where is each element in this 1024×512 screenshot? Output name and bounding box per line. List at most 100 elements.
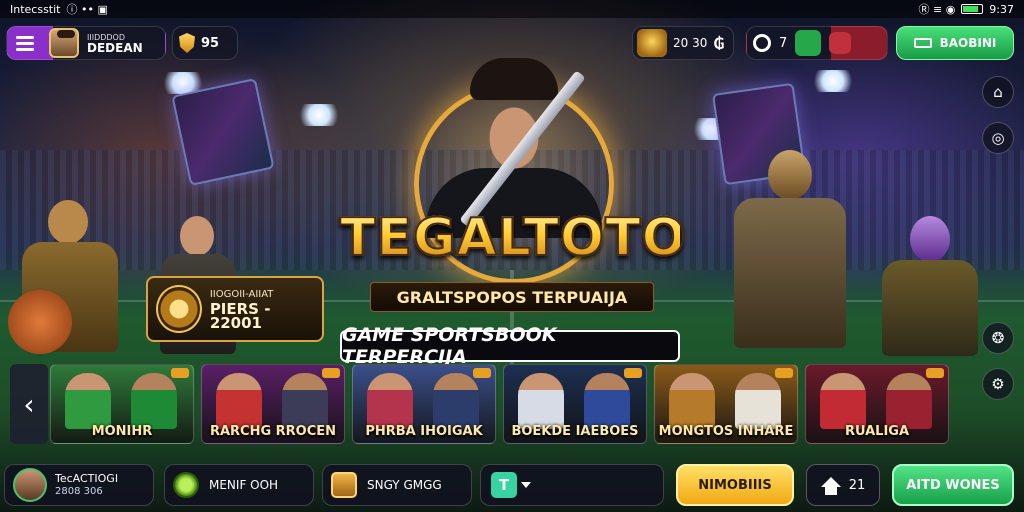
carousel-prev-button[interactable]: ‹	[10, 364, 48, 444]
profile-name: DEDEAN	[87, 41, 143, 55]
player-figure	[65, 373, 111, 429]
status-icons-left: ⓘ •• ▣	[66, 3, 108, 16]
location-pin-icon: ◎	[991, 129, 1005, 147]
player-figure	[367, 373, 413, 429]
profile-pill[interactable]: IIIDDDOD DEDEAN	[6, 26, 166, 60]
user-balance: 2808 306	[55, 486, 103, 497]
trophy-value: 20 30	[673, 36, 708, 50]
game-card[interactable]: RARCHG RROCEN	[201, 364, 345, 444]
game-card-label: RUALIGA	[844, 424, 910, 439]
promo-line-2: PIERS - 22001	[209, 300, 271, 332]
trophy-icon	[637, 29, 667, 57]
status-icons-right: Ⓡ ≡ ◉	[918, 3, 956, 16]
hot-tag-icon	[322, 368, 340, 378]
home-button[interactable]: 21	[806, 464, 880, 506]
menu-icon[interactable]	[7, 35, 43, 51]
shield-icon	[179, 33, 195, 53]
player-figure	[131, 373, 177, 429]
green-action-label: AITD WONES	[906, 477, 1000, 493]
player-figure	[216, 373, 262, 429]
promo-text: IIOGOII-AIIAT PIERS - 22001	[209, 288, 322, 332]
player-figure	[518, 373, 564, 429]
hot-tag-icon	[624, 368, 642, 378]
chest-icon	[331, 472, 357, 498]
yellow-action-button[interactable]: NIMOBIIIS	[676, 464, 794, 506]
player-figure	[282, 373, 328, 429]
cashier-button[interactable]: BAOBINI	[896, 26, 1014, 60]
player-figure	[886, 373, 932, 429]
clock-time: 9:37	[989, 2, 1014, 16]
home-value: 21	[848, 477, 866, 493]
floodlight	[296, 104, 342, 126]
user-profile-pill[interactable]: TecACTIOGI 2808 306	[4, 464, 154, 506]
user-name: TecACTIOGI	[55, 472, 119, 485]
shield-currency[interactable]: 95	[172, 26, 238, 60]
floodlight	[810, 70, 856, 92]
player-figure	[669, 373, 715, 429]
game-card-label: BOEKDE IAEBOES	[511, 424, 639, 439]
carrier-label: Intecsstit	[10, 2, 61, 16]
home-icon: ⌂	[993, 83, 1003, 101]
warrior-character-left	[8, 180, 128, 370]
game-card[interactable]: MONGTOS INHARE	[654, 364, 798, 444]
battery-icon	[961, 4, 984, 14]
player-figure	[584, 373, 630, 429]
promo-card[interactable]: IIOGOII-AIIAT PIERS - 22001	[146, 276, 324, 342]
games-carousel: ‹ MONIHR RARCHG RROCEN PHRBA IHOIGAK BOEKDE…	[10, 364, 982, 444]
settings-side-button[interactable]: ⚙	[982, 368, 1014, 400]
currency-symbol-icon: ₲	[713, 33, 725, 53]
chat-icon[interactable]	[753, 34, 771, 52]
yellow-action-label: NIMOBIIIS	[698, 477, 772, 493]
promo-badge-icon	[156, 285, 202, 333]
wallet-icon	[913, 38, 932, 48]
chevron-left-icon: ‹	[23, 387, 35, 421]
armored-knight-character	[720, 150, 860, 360]
game-card-label: PHRBA IHOIGAK	[365, 424, 483, 439]
coin-icon	[173, 472, 199, 498]
shield-value: 95	[201, 35, 220, 51]
t-app-icon: T	[491, 472, 517, 498]
player-figure	[735, 373, 781, 429]
gift-icon[interactable]	[795, 30, 822, 56]
player-avatar[interactable]	[49, 28, 79, 58]
mode-two-button[interactable]: SNGY GMGG	[322, 464, 472, 506]
cashier-label: BAOBINI	[939, 36, 997, 50]
hero-hair	[470, 58, 558, 100]
game-logo-subtitle: GRALTSPOPOS TERPUAIJA	[370, 282, 654, 312]
mode-two-label: SNGY GMGG	[367, 478, 442, 492]
gear-icon: ⚙	[991, 375, 1005, 393]
game-card[interactable]: RUALIGA	[805, 364, 949, 444]
game-card[interactable]: BOEKDE IAEBOES	[503, 364, 647, 444]
game-card-label: MONIHR	[91, 424, 153, 439]
game-card[interactable]: PHRBA IHOIGAK	[352, 364, 496, 444]
messages-rewards-pill[interactable]: 7	[746, 26, 888, 60]
profile-info: IIIDDDOD DEDEAN	[87, 32, 143, 54]
green-action-button[interactable]: AITD WONES	[892, 464, 1014, 506]
home-side-button[interactable]: ⌂	[982, 76, 1014, 108]
player-figure	[820, 373, 866, 429]
t-app-button[interactable]: T	[480, 464, 664, 506]
sportsbook-banner[interactable]: GAME SPORTSBOOK TERPERCIJA	[340, 324, 680, 368]
hot-tag-icon	[473, 368, 491, 378]
player-figure	[433, 373, 479, 429]
game-logo-title: TEGALTOTO	[339, 207, 687, 269]
avatar[interactable]	[13, 468, 47, 502]
game-card-label: RARCHG RROCEN	[209, 424, 337, 439]
hot-tag-icon	[171, 368, 189, 378]
caret-down-icon	[521, 482, 531, 488]
messages-count: 7	[779, 35, 788, 51]
mode-one-button[interactable]: MENIF OOH	[164, 464, 314, 506]
mode-one-label: MENIF OOH	[209, 478, 279, 492]
game-card-label: MONGTOS INHARE	[658, 424, 794, 439]
trophy-counter[interactable]: 20 30 ₲	[632, 26, 734, 60]
cube-side-button[interactable]: ❂	[982, 322, 1014, 354]
hot-tag-icon	[926, 368, 944, 378]
home-icon	[820, 477, 841, 495]
hot-tag-icon	[775, 368, 793, 378]
purple-warrior-character	[870, 210, 990, 360]
user-text: TecACTIOGI 2808 306	[55, 472, 118, 498]
reward-icon[interactable]	[829, 32, 852, 54]
location-side-button[interactable]: ◎	[982, 122, 1014, 154]
game-card[interactable]: MONIHR	[50, 364, 194, 444]
cube-icon: ❂	[991, 329, 1005, 347]
